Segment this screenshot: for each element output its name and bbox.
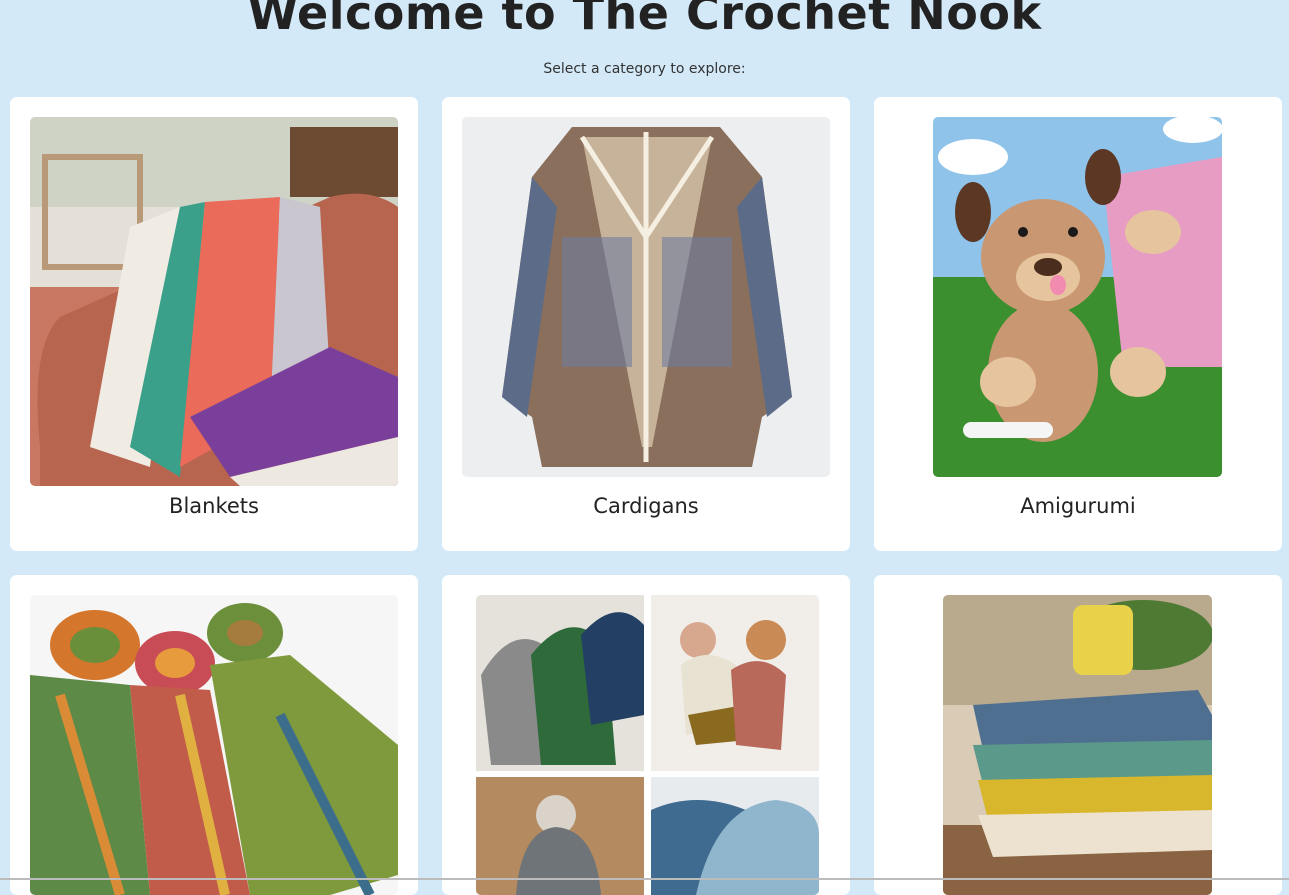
amigurumi-image[interactable] — [933, 117, 1222, 477]
category-label: Blankets — [169, 494, 259, 518]
blanket-image[interactable] — [30, 117, 398, 486]
category-card-blankets[interactable]: Blankets — [10, 97, 418, 551]
category-card-amigurumi[interactable]: Amigurumi — [874, 97, 1282, 551]
category-label: Cardigans — [593, 494, 699, 518]
washcloths-image[interactable] — [943, 595, 1212, 895]
cardigan-image[interactable] — [462, 117, 830, 477]
category-card-cardigans[interactable]: Cardigans — [442, 97, 850, 551]
page-title: Welcome to The Crochet Nook — [247, 0, 1042, 40]
category-card-scarves[interactable] — [10, 575, 418, 895]
category-card-washcloths[interactable] — [874, 575, 1282, 895]
page-subtitle: Select a category to explore: — [543, 61, 746, 77]
scarves-image[interactable] — [30, 595, 398, 895]
category-label: Amigurumi — [1020, 494, 1136, 518]
category-card-beanies[interactable] — [442, 575, 850, 895]
beanies-image[interactable] — [476, 595, 819, 895]
